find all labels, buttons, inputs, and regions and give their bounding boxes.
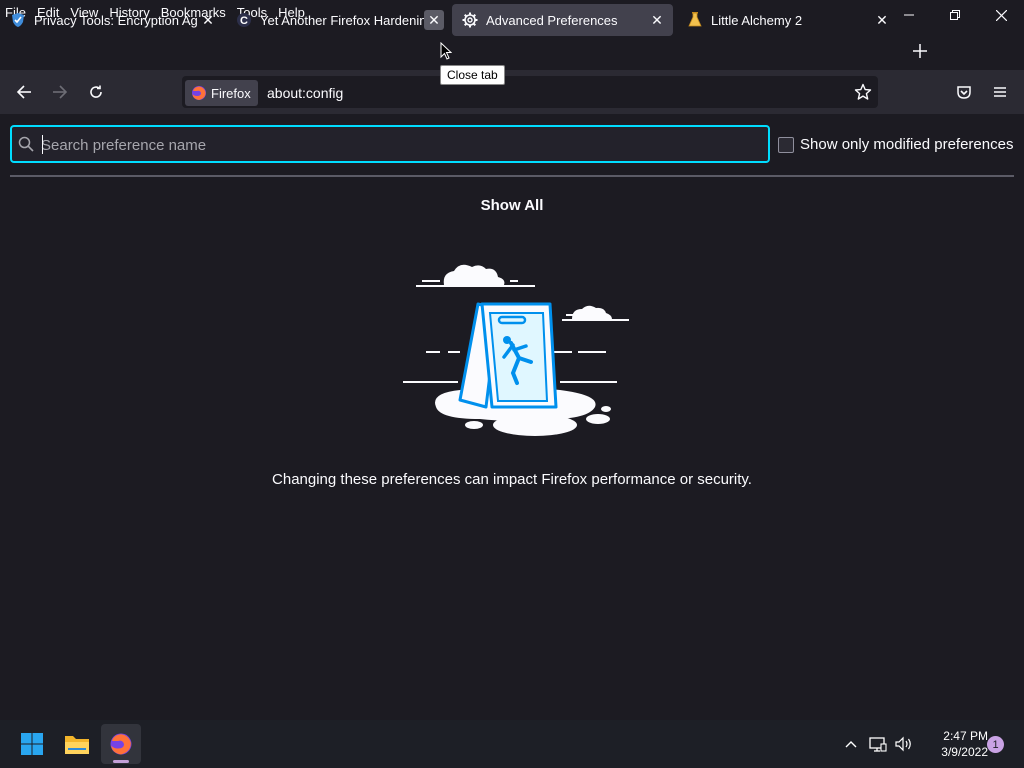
- tab-privacy-tools[interactable]: Privacy Tools: Encryption Agains ✕: [0, 4, 224, 36]
- new-tab-button[interactable]: [906, 41, 934, 61]
- tab-close-button[interactable]: ✕: [424, 10, 444, 30]
- show-modified-checkbox[interactable]: [778, 136, 794, 153]
- bookmark-star-button[interactable]: [851, 80, 875, 104]
- clock-time: 2:47 PM: [943, 729, 988, 743]
- speaker-icon: [895, 736, 911, 752]
- tab-title: Advanced Preferences: [486, 12, 618, 28]
- firefox-logo-icon: [192, 86, 206, 100]
- running-indicator: [113, 760, 129, 763]
- folder-icon: [65, 736, 89, 754]
- plus-icon: [913, 44, 927, 58]
- restore-icon: [950, 10, 960, 20]
- start-button[interactable]: [12, 724, 52, 764]
- tab-firefox-hardening[interactable]: C Yet Another Firefox Hardening Gu ✕: [226, 4, 450, 36]
- app-menu-button[interactable]: [986, 78, 1014, 106]
- show-modified-label: Show only modified preferences: [800, 136, 1014, 153]
- tab-close-button[interactable]: ✕: [647, 10, 667, 30]
- tab-little-alchemy[interactable]: Little Alchemy 2 ✕: [677, 4, 898, 36]
- mouse-cursor-icon: [440, 42, 452, 60]
- preference-search-input[interactable]: [41, 134, 741, 156]
- tab-close-button[interactable]: ✕: [872, 10, 892, 30]
- tab-close-button[interactable]: ✕: [198, 10, 218, 30]
- system-clock[interactable]: 2:47 PM 3/9/2022: [918, 728, 988, 760]
- url-text[interactable]: about:config: [267, 85, 343, 101]
- cloud-icon: [562, 305, 629, 321]
- taskbar-firefox[interactable]: [101, 724, 141, 764]
- tab-title: Yet Another Firefox Hardening Gu: [260, 12, 424, 28]
- wet-floor-sign-icon: [458, 302, 558, 409]
- pocket-icon: [957, 86, 971, 99]
- divider: [10, 175, 1014, 177]
- cloud-icon: [416, 264, 535, 287]
- reload-icon: [90, 85, 102, 98]
- notification-badge[interactable]: 1: [987, 736, 1004, 753]
- back-arrow-icon: [16, 85, 31, 99]
- network-icon: [869, 737, 887, 752]
- svg-text:C: C: [240, 15, 248, 27]
- identity-box[interactable]: Firefox: [185, 80, 258, 106]
- warning-message: Changing these preferences can impact Fi…: [272, 471, 752, 488]
- minimize-icon: [904, 14, 914, 16]
- show-modified-toggle[interactable]: Show only modified preferences: [778, 136, 1013, 153]
- text-caret: [42, 135, 43, 154]
- forward-arrow-icon: [53, 85, 68, 99]
- network-button[interactable]: [868, 732, 888, 756]
- star-icon: [854, 83, 872, 100]
- back-button[interactable]: [10, 78, 38, 106]
- warning-sign-illustration: [403, 264, 629, 436]
- tab-advanced-preferences[interactable]: Advanced Preferences ✕: [452, 4, 673, 36]
- c-site-icon: C: [236, 12, 252, 28]
- window-controls: [886, 0, 1024, 30]
- close-tab-tooltip: Close tab: [440, 65, 505, 85]
- flask-icon: [687, 12, 703, 28]
- close-icon: [995, 9, 1007, 21]
- restore-button[interactable]: [932, 0, 978, 30]
- show-hidden-icons-button[interactable]: [842, 732, 860, 756]
- volume-button[interactable]: [893, 732, 915, 756]
- tab-strip: [0, 32, 1024, 70]
- firefox-logo-icon: [110, 733, 132, 755]
- show-all-button[interactable]: Show All: [0, 197, 1024, 214]
- clock-date: 3/9/2022: [941, 745, 988, 759]
- close-window-button[interactable]: [978, 0, 1024, 30]
- hamburger-menu-icon: [994, 87, 1006, 97]
- gear-icon: [462, 12, 478, 28]
- shield-icon: [10, 12, 26, 28]
- tab-title: Privacy Tools: Encryption Agains: [34, 12, 198, 28]
- windows-logo-icon: [21, 733, 43, 755]
- taskbar-file-explorer[interactable]: [57, 724, 97, 764]
- tab-title: Little Alchemy 2: [711, 12, 803, 28]
- reload-button[interactable]: [82, 78, 110, 106]
- chevron-up-icon: [845, 741, 857, 748]
- pocket-button[interactable]: [950, 78, 978, 106]
- forward-button[interactable]: [46, 78, 74, 106]
- search-icon: [18, 136, 34, 152]
- identity-label: Firefox: [211, 85, 251, 101]
